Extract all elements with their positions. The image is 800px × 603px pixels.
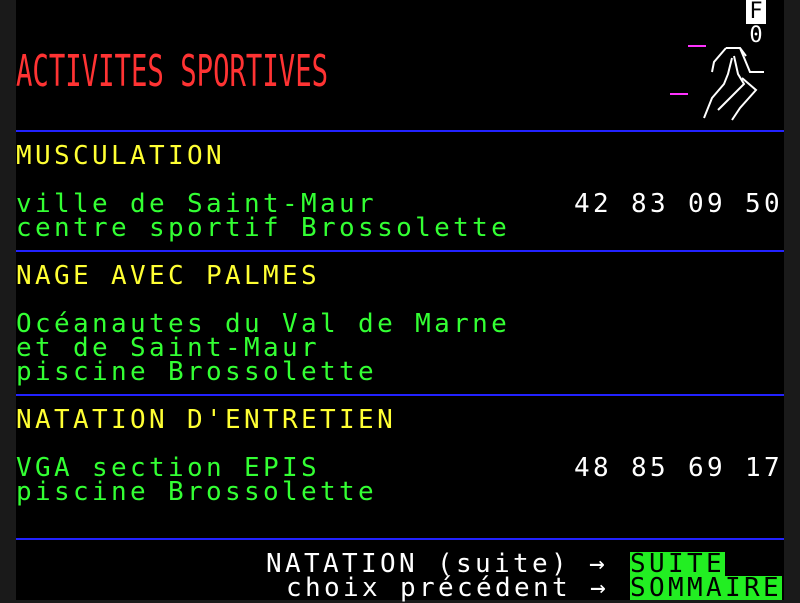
separator-line [16,538,784,540]
section-line: centre sportif Brossolette [16,213,511,243]
phone-number: 42 83 09 50 [574,189,784,219]
runner-icon [670,45,764,121]
section-heading-musculation: MUSCULATION [16,141,226,171]
page-title: ACTIVITES SPORTIVES [16,46,329,97]
phone-number: 48 85 69 17 [574,453,784,483]
section-line: piscine Brossolette [16,477,378,507]
previous-choice-label: choix précédent → [286,573,610,603]
separator-line [16,130,784,132]
section-line: piscine Brossolette [16,357,378,387]
separator-line [16,250,784,252]
sommaire-key-button[interactable]: SOMMAIRE [630,575,783,601]
separator-line [16,394,784,396]
minitel-screen: ACTIVITES SPORTIVES F 0 MUSCULATION vill… [16,0,784,603]
page-letter-badge: F [746,0,766,24]
section-heading-nage-avec-palmes: NAGE AVEC PALMES [16,261,321,291]
section-heading-natation-entretien: NATATION D'ENTRETIEN [16,405,397,435]
